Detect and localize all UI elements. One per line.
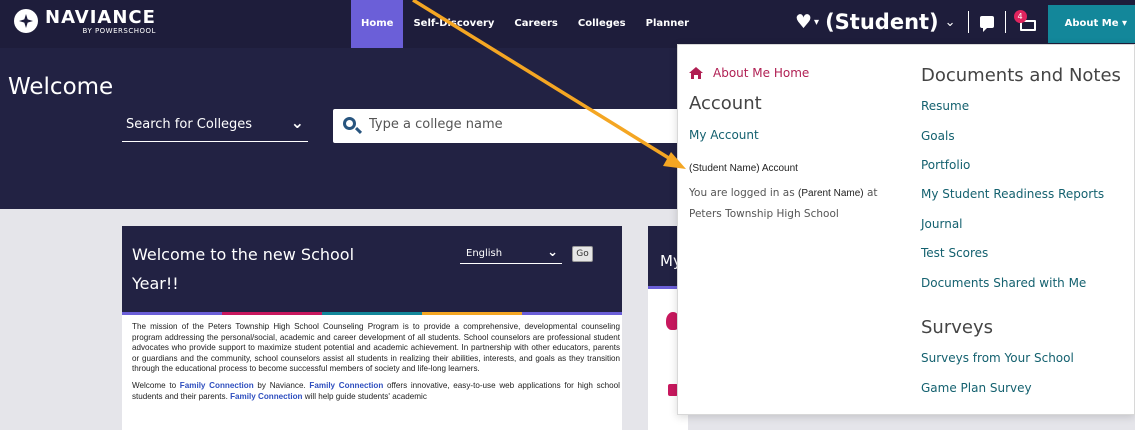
text: will help guide students' academic	[302, 391, 427, 401]
family-connection-link[interactable]: Family Connection	[230, 392, 302, 401]
text: Welcome to	[132, 380, 180, 390]
logged-in-at: at	[866, 187, 878, 199]
surveys-heading: Surveys	[921, 317, 993, 338]
family-connection-link[interactable]: Family Connection	[309, 381, 383, 390]
about-me-home-link[interactable]: About Me Home	[689, 66, 809, 80]
nav-colleges[interactable]: Colleges	[568, 0, 636, 48]
page-title: Welcome	[8, 74, 114, 100]
college-search-box[interactable]	[333, 109, 693, 143]
documents-heading: Documents and Notes	[921, 65, 1121, 86]
caret-down-icon[interactable]: ▾	[814, 17, 819, 28]
text: by Naviance.	[253, 380, 310, 390]
divider	[967, 11, 969, 33]
user-zone: ♥ ▾ (Student) ⌄ 4	[795, 9, 1036, 34]
welcome-card-title: Welcome to the new School Year!!	[132, 245, 355, 293]
language-value: English	[466, 248, 503, 259]
about-me-button[interactable]: About Me ▾	[1048, 5, 1135, 43]
divider	[1004, 11, 1006, 33]
chevron-down-icon: ⌄	[547, 245, 558, 260]
nav-careers[interactable]: Careers	[504, 0, 567, 48]
messages-button[interactable]: 4	[1013, 9, 1036, 31]
nav-home[interactable]: Home	[351, 0, 404, 48]
go-button[interactable]: Go	[572, 246, 593, 262]
home-icon	[689, 67, 703, 79]
documents-shared-link[interactable]: Documents Shared with Me	[921, 276, 1086, 290]
naviance-star-icon	[14, 9, 38, 33]
chat-icon[interactable]	[979, 16, 994, 32]
color-stripe	[122, 312, 622, 315]
search-type-select[interactable]: Search for Colleges ⌄	[122, 112, 308, 142]
parent-name: (Parent Name)	[798, 188, 864, 199]
welcome-card-body: The mission of the Peters Township High …	[132, 322, 620, 408]
school-name: Peters Township High School	[689, 208, 839, 220]
student-switcher[interactable]: (Student)	[825, 10, 939, 34]
logged-in-info: You are logged in as (Parent Name) at Pe…	[689, 183, 909, 224]
family-connection-link[interactable]: Family Connection	[180, 381, 254, 390]
account-heading: Account	[689, 93, 762, 114]
nav-self-discovery[interactable]: Self-Discovery	[403, 0, 504, 48]
search-icon	[343, 117, 356, 130]
top-navigation-bar: NAVIANCE BY POWERSCHOOL Home Self-Discov…	[0, 0, 1135, 48]
language-select[interactable]: English ⌄	[460, 245, 562, 264]
main-nav: Home Self-Discovery Careers Colleges Pla…	[351, 0, 699, 48]
chevron-down-icon: ⌄	[290, 113, 304, 132]
surveys-from-school-link[interactable]: Surveys from Your School	[921, 351, 1074, 365]
favorites-heart-icon[interactable]: ♥	[795, 11, 812, 33]
mail-count-badge: 4	[1013, 9, 1027, 23]
mission-paragraph: The mission of the Peters Township High …	[132, 322, 620, 374]
resume-link[interactable]: Resume	[921, 99, 969, 113]
logo-subtitle: BY POWERSCHOOL	[82, 27, 156, 35]
welcome-card-header: Welcome to the new School Year!! English…	[122, 226, 622, 312]
college-search-input[interactable]	[369, 117, 669, 132]
chevron-down-icon[interactable]: ⌄	[945, 15, 956, 30]
student-account-link[interactable]: (Student Name) Account	[689, 163, 798, 174]
goals-link[interactable]: Goals	[921, 129, 955, 143]
welcome-card: Welcome to the new School Year!! English…	[122, 226, 622, 430]
naviance-logo[interactable]: NAVIANCE BY POWERSCHOOL	[14, 8, 156, 35]
portfolio-link[interactable]: Portfolio	[921, 158, 970, 172]
logged-in-prefix: You are logged in as	[689, 187, 795, 199]
game-plan-survey-link[interactable]: Game Plan Survey	[921, 381, 1032, 395]
family-connection-paragraph: Welcome to Family Connection by Naviance…	[132, 381, 620, 402]
about-me-dropdown: About Me Home Account My Account (Studen…	[677, 44, 1135, 415]
student-readiness-reports-link[interactable]: My Student Readiness Reports	[921, 187, 1104, 201]
logo-name: NAVIANCE	[45, 7, 156, 28]
search-type-label: Search for Colleges	[126, 117, 253, 132]
about-me-home-label: About Me Home	[713, 66, 810, 80]
naviance-page: NAVIANCE BY POWERSCHOOL Home Self-Discov…	[0, 0, 1135, 430]
journal-link[interactable]: Journal	[921, 217, 963, 231]
nav-planner[interactable]: Planner	[636, 0, 699, 48]
test-scores-link[interactable]: Test Scores	[921, 246, 988, 260]
my-account-link[interactable]: My Account	[689, 128, 759, 142]
